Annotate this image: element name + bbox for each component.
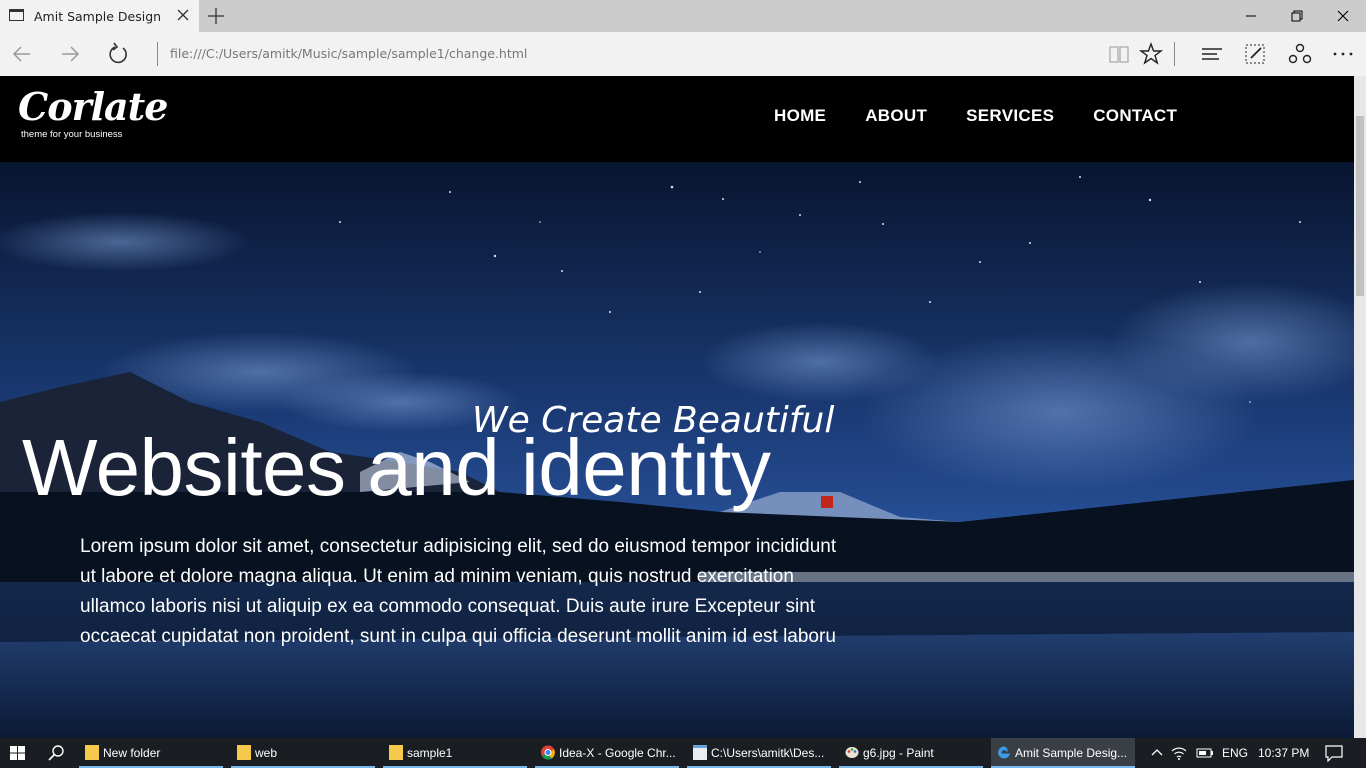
edge-icon [998,746,1010,759]
refresh-button[interactable] [104,40,132,68]
browser-tab[interactable]: Amit Sample Design [0,0,199,32]
taskbar: New folder web sample1 Idea-X - Google C… [0,738,1366,768]
taskbar-item-label: Idea-X - Google Chr... [559,746,675,760]
address-bar: file:///C:/Users/amitk/Music/sample/samp… [0,32,1366,76]
taskbar-item-label: Amit Sample Desig... [1015,746,1128,760]
action-center-icon[interactable] [1324,744,1344,762]
clock[interactable]: 10:37 PM [1258,746,1309,760]
taskbar-item-web[interactable]: web [231,738,375,768]
favorite-star-button[interactable] [1137,40,1165,68]
back-button[interactable] [8,40,36,68]
accent-square [821,496,833,508]
folder-icon [237,745,251,760]
battery-icon[interactable] [1196,747,1214,759]
taskbar-item-chrome[interactable]: Idea-X - Google Chr... [535,738,679,768]
web-note-button[interactable] [1241,40,1269,68]
hero-body-text: Lorem ipsum dolor sit amet, consectetur … [80,536,837,647]
folder-icon [389,745,403,760]
divider [157,42,158,66]
tab-title: Amit Sample Design [34,9,162,24]
taskbar-item-new-folder[interactable]: New folder [79,738,223,768]
hero-title: Websites and identity [22,423,771,512]
divider [1174,42,1175,66]
more-options-button[interactable] [1329,40,1357,68]
nav-contact-link[interactable]: CONTACT [1093,106,1177,126]
nav-home-link[interactable]: HOME [774,106,826,126]
minimize-button[interactable] [1228,0,1274,32]
taskbar-item-edge[interactable]: Amit Sample Desig... [991,738,1135,768]
folder-icon [85,745,99,760]
chevron-up-icon[interactable] [1150,746,1164,760]
taskbar-item-label: sample1 [407,746,453,760]
close-tab-icon[interactable] [174,6,192,24]
site-header: Corlate theme for your business HOME ABO… [0,76,1354,162]
chrome-icon [541,745,555,760]
share-button[interactable] [1286,40,1314,68]
page-icon [9,9,24,21]
taskbar-item-notepad[interactable]: C:\Users\amitk\Des... [687,738,831,768]
tab-bar: Amit Sample Design [0,0,1366,32]
language-indicator[interactable]: ENG [1222,746,1248,760]
taskbar-item-label: C:\Users\amitk\Des... [711,746,825,760]
main-nav: HOME ABOUT SERVICES CONTACT [774,106,1216,126]
page-viewport: Corlate theme for your business HOME ABO… [0,76,1366,738]
reading-view-button[interactable] [1105,40,1133,68]
taskbar-item-label: web [255,746,278,760]
close-window-button[interactable] [1320,0,1366,32]
restore-button[interactable] [1274,0,1320,32]
scrollbar-thumb[interactable] [1356,116,1364,296]
hero-section: We Create Beautiful Websites and identit… [0,162,1354,738]
nav-services-link[interactable]: SERVICES [966,106,1054,126]
wifi-icon[interactable] [1170,745,1188,761]
taskbar-item-paint[interactable]: g6.jpg - Paint [839,738,983,768]
forward-button[interactable] [56,40,84,68]
windows-start-icon[interactable] [0,738,36,768]
logo-tagline: theme for your business [21,129,123,140]
taskbar-item-label: g6.jpg - Paint [863,746,934,760]
logo[interactable]: Corlate [18,84,168,129]
hub-button[interactable] [1198,40,1226,68]
search-icon[interactable] [40,738,72,768]
notepad-icon [693,745,707,760]
paint-icon [845,747,859,758]
url-field[interactable]: file:///C:/Users/amitk/Music/sample/samp… [170,46,527,61]
system-tray: ENG 10:37 PM [1146,738,1366,768]
new-tab-button[interactable] [205,5,227,27]
page-scrollbar[interactable] [1354,76,1366,738]
taskbar-item-label: New folder [103,746,161,760]
taskbar-item-sample1[interactable]: sample1 [383,738,527,768]
nav-about-link[interactable]: ABOUT [865,106,927,126]
